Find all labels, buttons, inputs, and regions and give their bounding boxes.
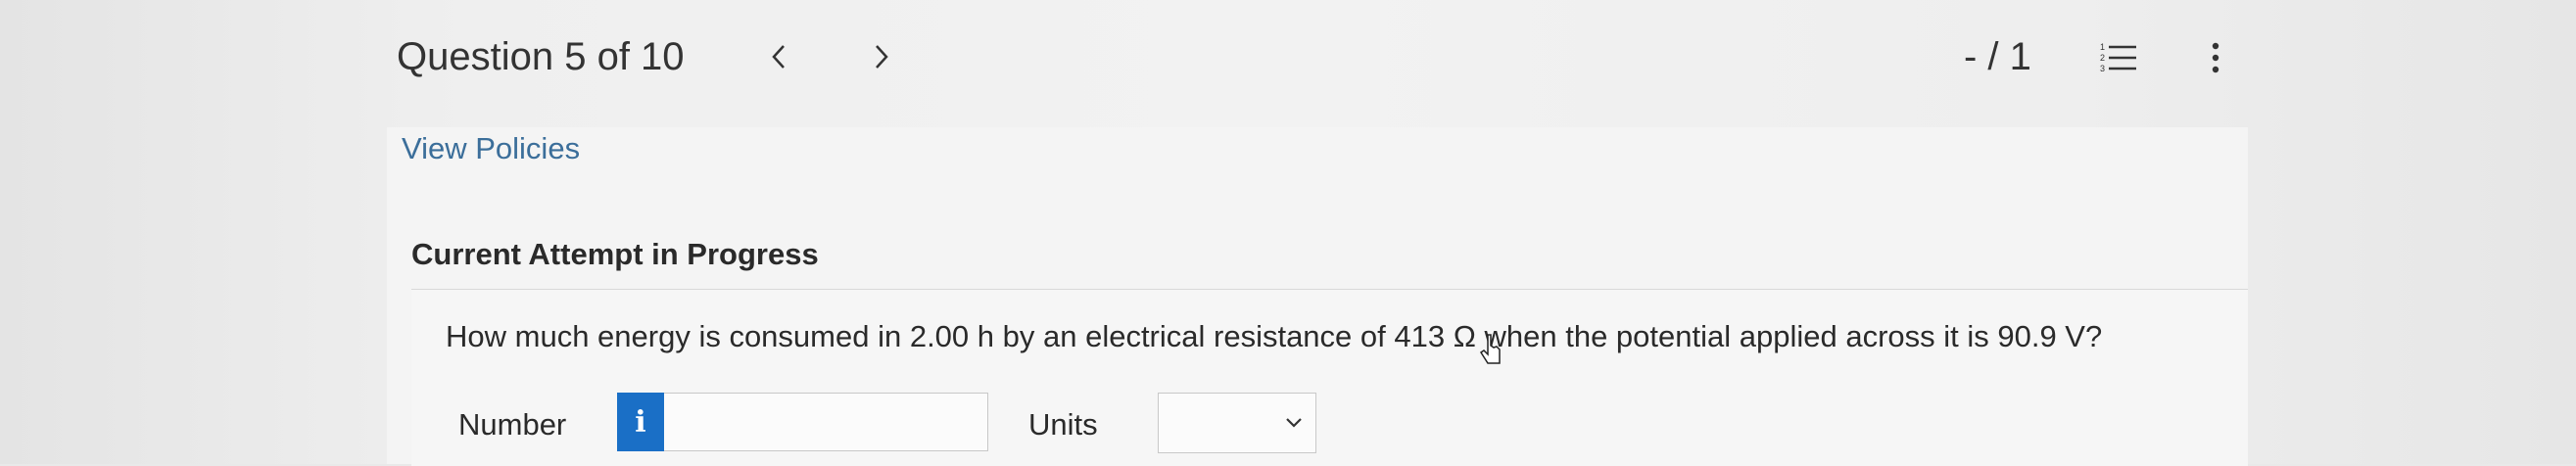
number-label: Number (458, 407, 567, 442)
more-options-button[interactable] (2201, 37, 2230, 78)
view-policies-link[interactable]: View Policies (402, 131, 580, 166)
mouse-cursor-icon (1479, 334, 1501, 364)
units-label: Units (1028, 407, 1098, 442)
next-question-button[interactable] (862, 37, 901, 76)
score-display: - / 1 (1964, 35, 2031, 78)
svg-text:1: 1 (2100, 42, 2105, 52)
chevron-right-icon (876, 45, 888, 69)
svg-text:2: 2 (2100, 53, 2105, 63)
question-text: How much energy is consumed in 2.00 h by… (446, 319, 2103, 353)
question-list-button[interactable]: 1 2 3 (2096, 37, 2141, 78)
chevron-down-icon (1280, 409, 1308, 437)
previous-question-button[interactable] (759, 37, 798, 76)
question-counter: Question 5 of 10 (397, 35, 685, 78)
question-content: View Policies Current Attempt in Progres… (387, 127, 2248, 466)
units-select[interactable] (1158, 393, 1316, 453)
number-input[interactable] (664, 393, 988, 451)
question-header: Question 5 of 10 - / 1 1 2 3 (397, 27, 2248, 88)
svg-text:3: 3 (2100, 64, 2105, 73)
numbered-list-icon: 1 2 3 (2100, 42, 2136, 73)
question-box: How much energy is consumed in 2.00 h by… (411, 289, 2248, 466)
more-vertical-icon (2212, 42, 2219, 73)
answer-row: Number i Units (411, 393, 2248, 461)
page: Question 5 of 10 - / 1 1 2 3 View Polici… (0, 0, 2576, 466)
chevron-left-icon (772, 45, 785, 69)
info-button[interactable]: i (617, 393, 664, 451)
attempt-heading: Current Attempt in Progress (411, 237, 819, 271)
info-icon: i (635, 404, 646, 440)
